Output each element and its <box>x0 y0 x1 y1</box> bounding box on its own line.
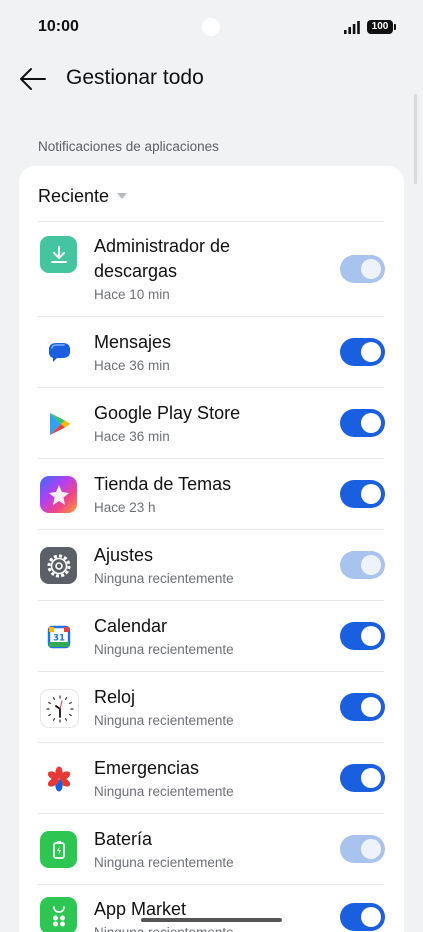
settings-gear-icon <box>40 547 77 584</box>
app-subtitle: Ninguna recientemente <box>94 855 234 870</box>
notification-toggle[interactable] <box>340 693 385 721</box>
app-texts: Calendar Ninguna recientemente <box>94 614 324 659</box>
calendar-icon-date: 31 <box>53 633 65 643</box>
app-market-icon <box>40 897 77 932</box>
list-item-app-market[interactable]: App Market Ninguna recientemente <box>19 885 404 932</box>
notification-toggle[interactable] <box>340 622 385 650</box>
list-item-messages[interactable]: Mensajes Hace 36 min <box>19 317 404 387</box>
list-item-theme-store[interactable]: Tienda de Temas Hace 23 h <box>19 459 404 529</box>
app-name: Reloj <box>94 687 136 707</box>
app-name: Administrador de <box>94 236 231 256</box>
back-button[interactable] <box>18 64 48 94</box>
app-subtitle: Ninguna recientemente <box>94 571 234 586</box>
toggle-knob <box>361 697 381 717</box>
section-label: Notificaciones de aplicaciones <box>38 139 219 154</box>
camera-cutout <box>202 18 220 36</box>
list-item-calendar[interactable]: 31 Calendar Ninguna recientemente <box>19 601 404 671</box>
app-texts: Emergencias Ninguna recientemente <box>94 756 324 801</box>
toggle-knob <box>361 484 381 504</box>
battery-icon: 100 <box>367 20 396 34</box>
download-icon <box>40 236 77 273</box>
app-subtitle: Hace 10 min <box>94 287 170 302</box>
messages-icon <box>40 334 77 371</box>
app-subtitle: Ninguna recientemente <box>94 784 234 799</box>
theme-store-icon <box>40 476 77 513</box>
notification-toggle[interactable] <box>340 903 385 931</box>
status-time: 10:00 <box>38 18 79 35</box>
app-texts: Ajustes Ninguna recientemente <box>94 543 324 588</box>
status-bar: 10:00 100 <box>0 0 423 56</box>
app-texts: Reloj Ninguna recientemente <box>94 685 324 730</box>
play-store-icon <box>40 405 77 442</box>
app-subtitle: Hace 23 h <box>94 500 156 515</box>
scrollbar[interactable] <box>414 94 417 184</box>
notification-toggle[interactable] <box>340 480 385 508</box>
app-name-line2: descargas <box>94 261 178 281</box>
toggle-knob <box>361 259 381 279</box>
battery-app-icon <box>40 831 77 868</box>
app-name: Ajustes <box>94 545 154 565</box>
app-subtitle: Ninguna recientemente <box>94 924 324 932</box>
toggle-knob <box>361 342 381 362</box>
app-texts: Administrador de descargas Hace 10 min <box>94 234 324 304</box>
toggle-knob <box>361 839 381 859</box>
notification-toggle[interactable] <box>340 835 385 863</box>
screen: 10:00 100 Gestionar todo Notificaciones … <box>0 0 423 932</box>
home-indicator[interactable] <box>141 918 282 922</box>
calendar-icon: 31 <box>40 618 77 655</box>
signal-icon <box>344 21 360 34</box>
toggle-knob <box>361 413 381 433</box>
app-subtitle: Hace 36 min <box>94 429 170 444</box>
toggle-knob <box>361 907 381 927</box>
emergency-icon <box>40 760 77 797</box>
notifications-card: Reciente Administrador de descargas Hace… <box>19 166 404 932</box>
app-name: Batería <box>94 829 153 849</box>
list-item-play-store[interactable]: Google Play Store Hace 36 min <box>19 388 404 458</box>
sort-dropdown[interactable]: Reciente <box>38 184 128 208</box>
toggle-knob <box>361 768 381 788</box>
app-texts: Mensajes Hace 36 min <box>94 330 324 375</box>
list-item-emergency[interactable]: Emergencias Ninguna recientemente <box>19 743 404 813</box>
app-subtitle: Hace 36 min <box>94 358 170 373</box>
app-texts: Batería Ninguna recientemente <box>94 827 324 872</box>
app-name: Google Play Store <box>94 403 241 423</box>
app-name: Emergencias <box>94 758 200 778</box>
app-name: Tienda de Temas <box>94 474 232 494</box>
app-subtitle: Ninguna recientemente <box>94 713 234 728</box>
toggle-knob <box>361 626 381 646</box>
list-item-clock[interactable]: Reloj Ninguna recientemente <box>19 672 404 742</box>
list-item-settings[interactable]: Ajustes Ninguna recientemente <box>19 530 404 600</box>
app-name: Calendar <box>94 616 168 636</box>
notification-toggle[interactable] <box>340 551 385 579</box>
app-texts: App Market Ninguna recientemente <box>94 897 324 932</box>
header: Gestionar todo <box>0 60 423 100</box>
app-subtitle: Ninguna recientemente <box>94 642 234 657</box>
app-texts: Google Play Store Hace 36 min <box>94 401 324 446</box>
notification-toggle[interactable] <box>340 409 385 437</box>
caret-down-icon <box>117 193 128 199</box>
toggle-knob <box>361 555 381 575</box>
notification-toggle[interactable] <box>340 338 385 366</box>
app-name: Mensajes <box>94 332 172 352</box>
arrow-left-icon <box>20 68 46 90</box>
notification-toggle[interactable] <box>340 255 385 283</box>
page-title: Gestionar todo <box>66 66 204 89</box>
list-item-download-manager[interactable]: Administrador de descargas Hace 10 min <box>19 222 404 316</box>
notification-toggle[interactable] <box>340 764 385 792</box>
list-item-battery[interactable]: Batería Ninguna recientemente <box>19 814 404 884</box>
app-texts: Tienda de Temas Hace 23 h <box>94 472 324 517</box>
clock-icon <box>40 689 79 728</box>
sort-label: Reciente <box>38 185 110 206</box>
